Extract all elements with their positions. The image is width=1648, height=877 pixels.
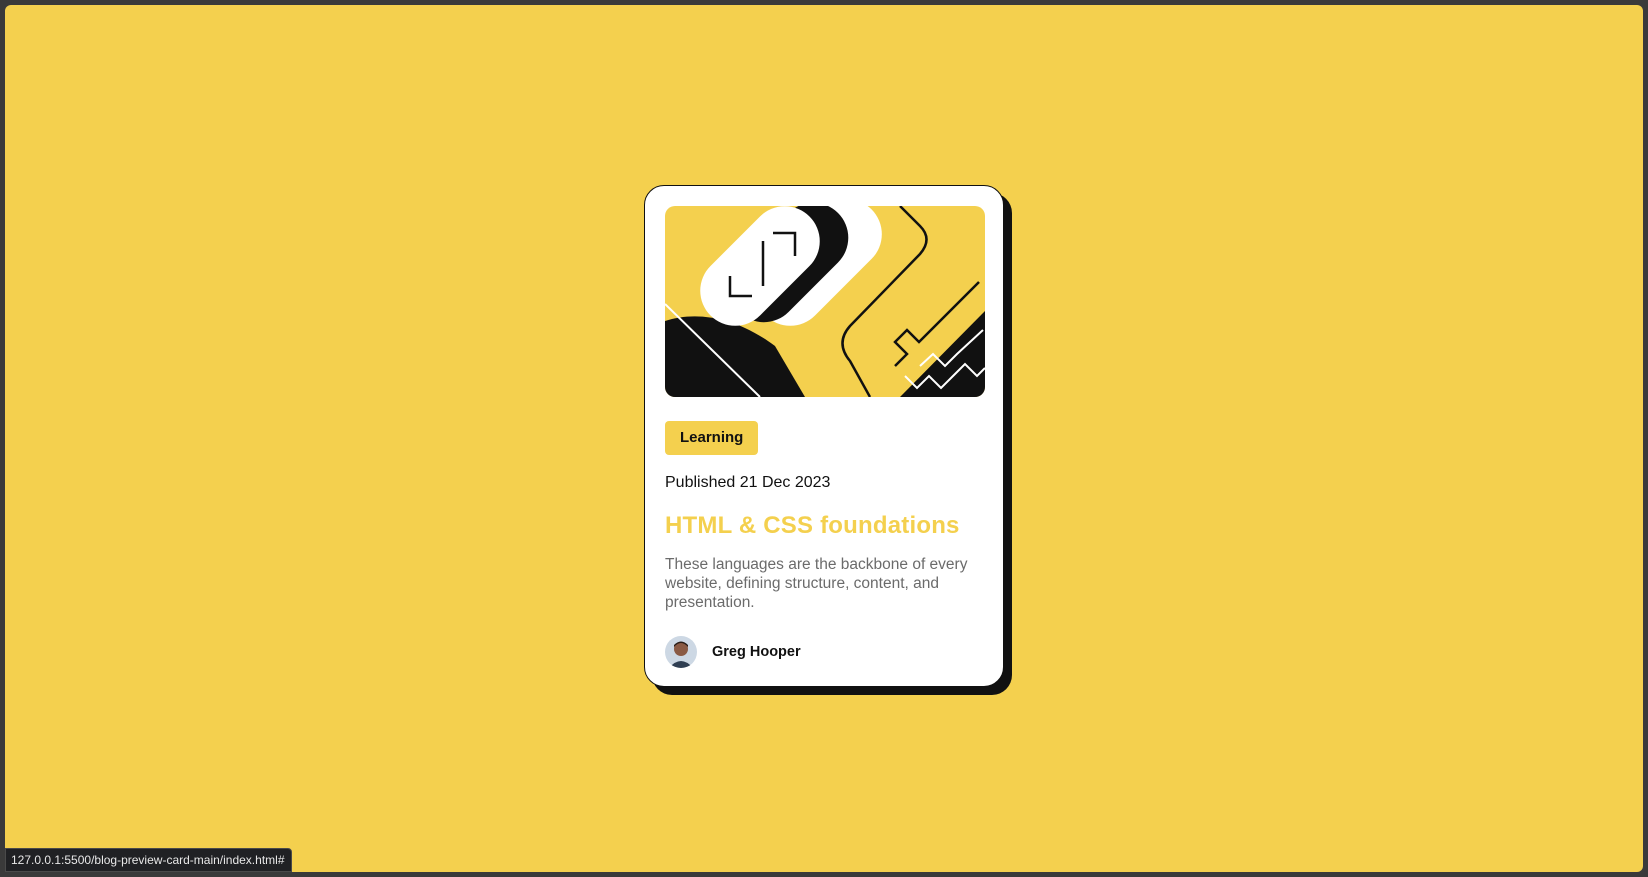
avatar [665, 636, 697, 668]
published-date: Published 21 Dec 2023 [665, 474, 831, 491]
card-title[interactable]: HTML & CSS foundations [665, 511, 983, 541]
page-viewport: Learning Published 21 Dec 2023 HTML & CS… [5, 5, 1643, 872]
blog-preview-card: Learning Published 21 Dec 2023 HTML & CS… [644, 185, 1004, 687]
card-description: These languages are the backbone of ever… [665, 556, 968, 611]
browser-status-bar: 127.0.0.1:5500/blog-preview-card-main/in… [5, 848, 292, 872]
author-name: Greg Hooper [712, 644, 801, 660]
category-tag[interactable]: Learning [665, 421, 759, 455]
author-row: Greg Hooper [665, 636, 983, 668]
hero-illustration [665, 206, 985, 397]
